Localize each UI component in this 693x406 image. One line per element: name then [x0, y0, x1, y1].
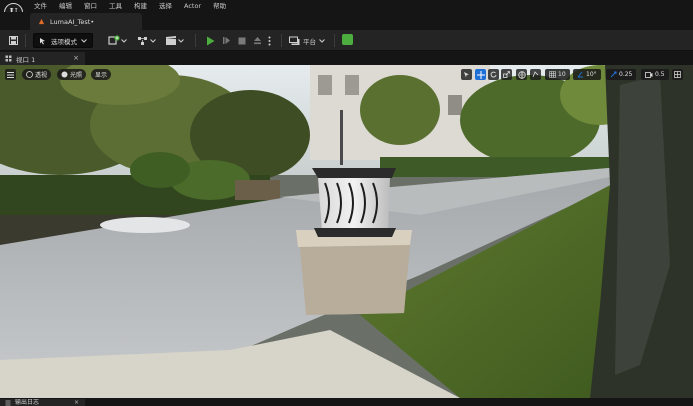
viewport-tab[interactable]: 视口 1 × — [0, 52, 85, 65]
menu-edit[interactable]: 编辑 — [59, 1, 80, 11]
toolbar-separator — [334, 34, 335, 47]
scale-snap-toggle[interactable]: 0.25 — [606, 69, 637, 80]
angle-snap-value: 10° — [586, 71, 597, 78]
menu-select[interactable]: 选择 — [159, 1, 180, 11]
translate-tool-button[interactable] — [475, 69, 486, 80]
platform-icon — [289, 36, 300, 45]
stop-button[interactable] — [236, 33, 248, 48]
perspective-icon — [26, 71, 33, 78]
hamburger-icon — [7, 71, 14, 78]
level-tab-label: LumaAI_Test• — [50, 17, 95, 26]
mode-label: 选项模式 — [51, 37, 77, 46]
scene-render — [0, 65, 693, 398]
level-viewport[interactable]: 透视 光照 显示 10 10° 0.25 0.5 — [0, 65, 693, 398]
chevron-down-icon — [121, 38, 127, 43]
menu-help[interactable]: 帮助 — [213, 1, 234, 11]
save-button[interactable] — [6, 33, 20, 48]
mode-select-dropdown[interactable]: 选项模式 — [33, 33, 93, 48]
grid-snap-value: 10 — [558, 71, 566, 78]
close-icon[interactable]: × — [73, 54, 79, 62]
grid-snap-toggle[interactable]: 10 — [545, 69, 570, 80]
main-menu: 文件 编辑 窗口 工具 构建 选择 Actor 帮助 — [34, 1, 238, 11]
surface-snap-icon — [532, 71, 539, 78]
globe-icon — [517, 70, 526, 79]
viewport-grid-icon — [5, 55, 12, 62]
advance-frame-button[interactable] — [220, 33, 232, 48]
output-log-tab[interactable]: 输出日志 × — [0, 399, 85, 406]
chevron-down-icon — [150, 38, 156, 43]
world-local-toggle[interactable] — [516, 69, 527, 80]
scale-snap-icon — [610, 71, 617, 78]
perspective-dropdown[interactable]: 透视 — [22, 69, 52, 80]
close-icon[interactable]: × — [74, 399, 79, 406]
toolbar-separator — [195, 34, 196, 47]
add-content-dropdown[interactable] — [108, 33, 127, 48]
play-button[interactable] — [204, 33, 216, 48]
scale-snap-value: 0.25 — [619, 71, 633, 78]
surface-snap-button[interactable] — [530, 69, 541, 80]
menu-build[interactable]: 构建 — [134, 1, 155, 11]
scale-tool-button[interactable] — [501, 69, 512, 80]
output-log-icon — [5, 400, 11, 405]
menu-bar: U 文件 编辑 窗口 工具 构建 选择 Actor 帮助 — [0, 0, 693, 22]
select-tool-button[interactable] — [461, 69, 472, 80]
play-options-button[interactable] — [266, 33, 272, 48]
perspective-label: 透视 — [35, 72, 48, 79]
lit-label: 光照 — [70, 72, 83, 79]
maximize-viewport-button[interactable] — [672, 69, 683, 80]
menu-window[interactable]: 窗口 — [84, 1, 105, 11]
angle-icon — [577, 71, 583, 78]
blueprint-dropdown[interactable] — [137, 33, 156, 48]
scale-icon — [503, 71, 510, 78]
eject-button[interactable] — [251, 33, 263, 48]
blueprint-icon — [138, 37, 147, 45]
toolbar-separator — [25, 34, 26, 47]
chevron-down-icon — [81, 38, 87, 43]
add-actor-icon — [108, 35, 120, 45]
save-icon — [8, 36, 18, 45]
move-icon — [476, 70, 485, 79]
output-log-label: 输出日志 — [15, 399, 40, 406]
document-tab-bar: LumaAI_Test• — [0, 12, 693, 30]
show-dropdown[interactable]: 显示 — [91, 69, 112, 80]
platform-label: 平台 — [303, 37, 316, 46]
camera-icon — [645, 71, 653, 78]
toolbar-separator — [281, 34, 282, 47]
viewport-tab-bar: 视口 1 × — [0, 52, 693, 65]
bottom-drawer: 输出日志 × — [0, 398, 693, 406]
lit-icon — [61, 71, 68, 78]
chevron-down-icon — [178, 38, 184, 43]
rotate-tool-button[interactable] — [488, 69, 499, 80]
grid-icon — [549, 71, 556, 78]
select-mode-icon — [40, 37, 45, 44]
platform-dropdown[interactable]: 平台 — [289, 33, 325, 48]
more-vertical-icon — [268, 36, 270, 45]
angle-snap-toggle[interactable]: 10° — [573, 69, 601, 80]
layout-grid-icon — [674, 71, 681, 78]
menu-file[interactable]: 文件 — [34, 1, 55, 11]
level-tab[interactable]: LumaAI_Test• — [30, 13, 142, 30]
menu-actor[interactable]: Actor — [184, 1, 209, 11]
select-arrow-icon — [464, 72, 469, 78]
eject-icon — [253, 37, 261, 45]
rotate-icon — [490, 71, 497, 78]
menu-tools[interactable]: 工具 — [109, 1, 130, 11]
clapperboard-icon — [166, 36, 176, 45]
camera-speed-value: 0.5 — [655, 71, 665, 78]
viewport-tab-label: 视口 1 — [16, 55, 36, 64]
stop-icon — [238, 37, 246, 44]
camera-speed-button[interactable]: 0.5 — [641, 69, 669, 80]
show-label: 显示 — [95, 72, 108, 79]
play-icon — [206, 36, 214, 45]
chevron-down-icon — [319, 38, 325, 43]
step-forward-icon — [222, 37, 230, 44]
lit-mode-dropdown[interactable]: 光照 — [57, 69, 87, 80]
level-icon — [38, 18, 45, 25]
viewport-menu-button[interactable] — [5, 69, 16, 80]
settings-plugin-button[interactable] — [342, 34, 353, 45]
cinematics-dropdown[interactable] — [165, 33, 184, 48]
